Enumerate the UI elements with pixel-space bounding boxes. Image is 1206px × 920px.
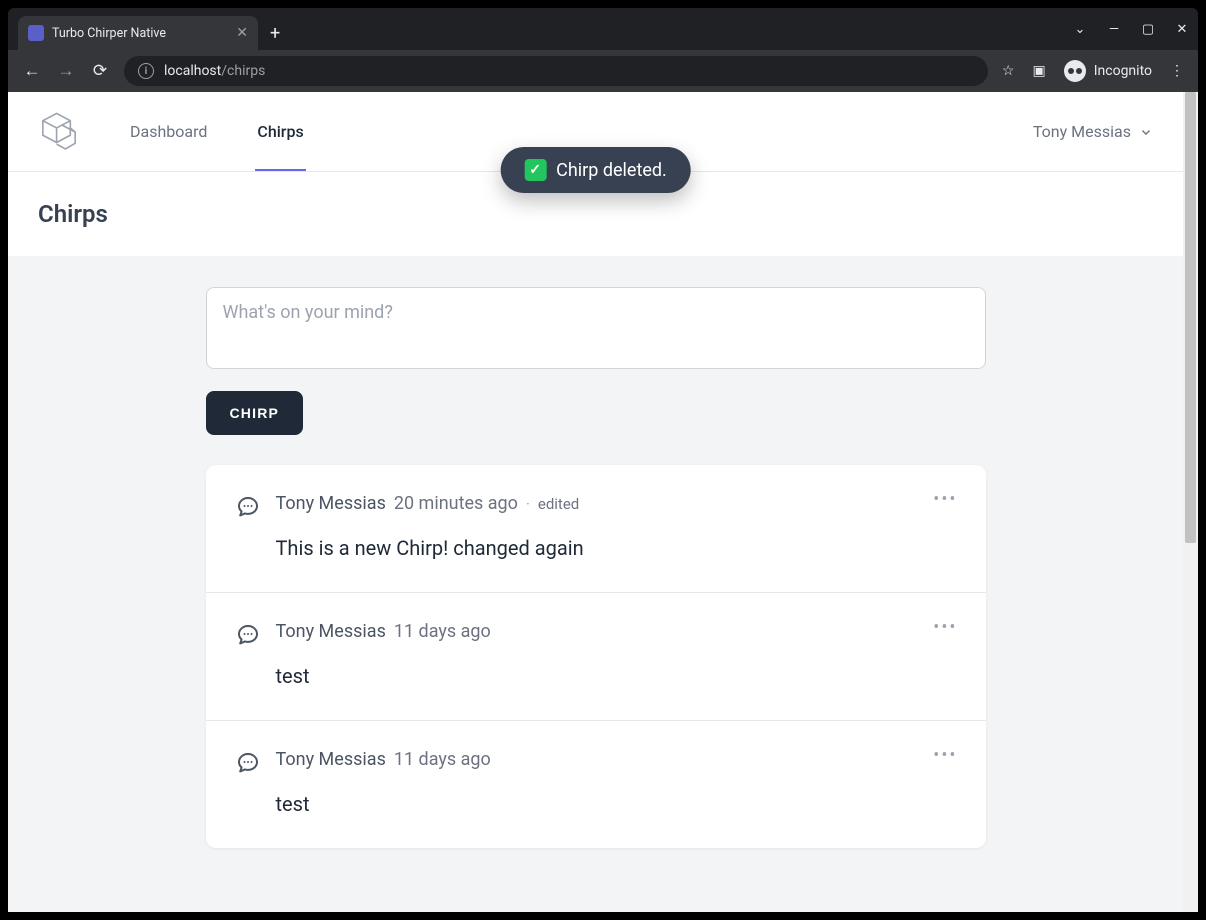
speech-bubble-icon [236,751,260,775]
chirp-item: Tony Messias 11 days ago test ••• [206,721,986,848]
url-text: localhost/chirps [164,63,265,79]
window-close-icon[interactable]: ✕ [1174,22,1190,37]
chirp-author: Tony Messias [276,621,386,642]
browser-tab-bar: Turbo Chirper Native ✕ + ⌄ — ▢ ✕ [8,8,1198,50]
chirp-item: Tony Messias 20 minutes ago · edited Thi… [206,465,986,593]
chirp-meta: Tony Messias 11 days ago [276,621,956,642]
favicon-icon [28,25,44,41]
nav-dashboard[interactable]: Dashboard [130,92,207,171]
toast-notification: ✓ Chirp deleted. [500,147,691,193]
back-icon[interactable]: ← [22,61,42,81]
scrollbar-thumb[interactable] [1185,92,1196,543]
chirp-actions-menu[interactable]: ••• [933,489,957,510]
chirp-timestamp: 11 days ago [394,749,491,770]
chirp-actions-menu[interactable]: ••• [933,617,957,638]
user-menu[interactable]: Tony Messias [1033,122,1153,141]
nav-chirps[interactable]: Chirps [257,92,303,171]
chevron-down-icon [1139,125,1153,139]
chirp-content: This is a new Chirp! changed again [276,536,956,560]
chirp-meta: Tony Messias 11 days ago [276,749,956,770]
chirp-content: test [276,664,956,688]
chirp-author: Tony Messias [276,749,386,770]
site-info-icon[interactable]: i [138,63,154,79]
check-icon: ✓ [524,159,546,181]
chirp-meta: Tony Messias 20 minutes ago · edited [276,493,956,514]
page-title: Chirps [38,200,1153,228]
bookmark-star-icon[interactable]: ☆ [1002,63,1015,79]
toast-message: Chirp deleted. [556,160,667,181]
incognito-icon [1064,60,1086,82]
separator-dot: · [526,495,530,513]
browser-menu-icon[interactable]: ⋮ [1170,63,1184,79]
user-name: Tony Messias [1033,122,1131,141]
speech-bubble-icon [236,495,260,519]
incognito-indicator[interactable]: Incognito [1064,60,1152,82]
chirp-timestamp: 20 minutes ago [394,493,518,514]
window-maximize-icon[interactable]: ▢ [1140,22,1156,37]
chirp-author: Tony Messias [276,493,386,514]
browser-address-bar: ← → ⟳ i localhost/chirps ☆ ▣ Incognito ⋮ [8,50,1198,92]
tab-overflow-icon[interactable]: ⌄ [1072,22,1088,37]
browser-tab[interactable]: Turbo Chirper Native ✕ [18,16,258,50]
chirp-submit-button[interactable]: CHIRP [206,391,304,435]
compose-form: CHIRP [206,287,986,435]
window-minimize-icon[interactable]: — [1106,22,1122,37]
url-input[interactable]: i localhost/chirps [124,56,988,86]
new-tab-button[interactable]: + [258,16,292,50]
app-logo-icon [38,111,80,153]
forward-icon[interactable]: → [56,61,76,81]
chirp-edited-label: edited [538,495,579,513]
page-content: ✓ Chirp deleted. [8,92,1183,912]
scrollbar[interactable] [1183,92,1198,912]
chirp-timestamp: 11 days ago [394,621,491,642]
compose-textarea[interactable] [206,287,986,369]
panel-icon[interactable]: ▣ [1032,63,1045,79]
tab-title: Turbo Chirper Native [52,26,228,41]
tab-close-icon[interactable]: ✕ [236,25,248,41]
reload-icon[interactable]: ⟳ [90,61,110,81]
speech-bubble-icon [236,623,260,647]
chirps-feed: Tony Messias 20 minutes ago · edited Thi… [206,465,986,848]
chirp-item: Tony Messias 11 days ago test ••• [206,593,986,721]
chirp-content: test [276,792,956,816]
chirp-actions-menu[interactable]: ••• [933,745,957,766]
